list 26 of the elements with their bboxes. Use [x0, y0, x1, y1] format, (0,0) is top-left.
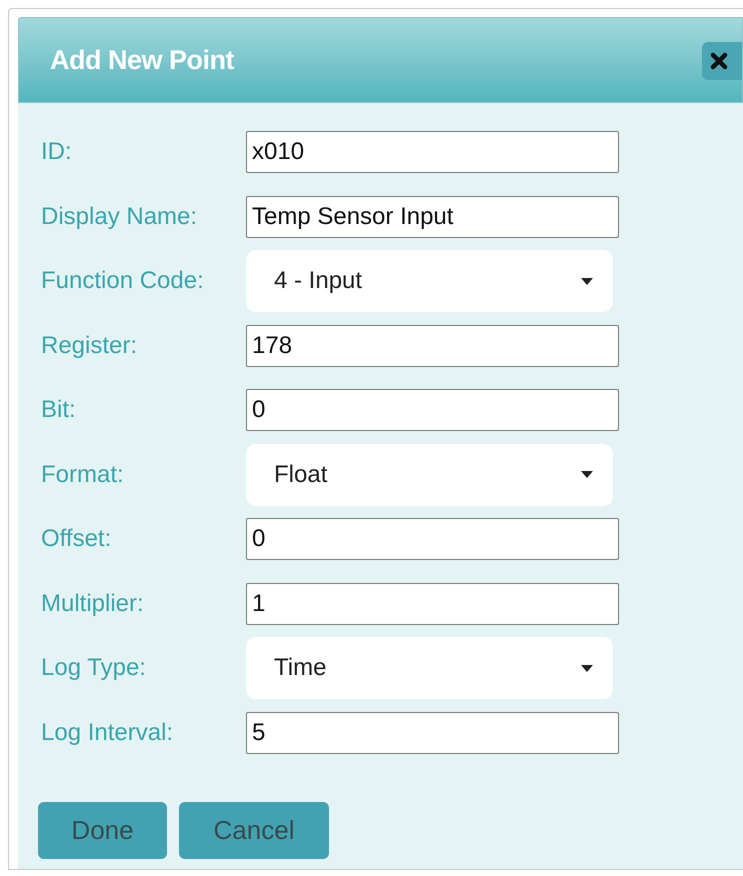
dropdown[interactable]: Time	[246, 637, 613, 700]
field-label: Format:	[41, 460, 125, 489]
close-icon	[710, 52, 728, 70]
input-field[interactable]: 0	[246, 389, 619, 432]
field-label: Function Code:	[41, 267, 205, 296]
caret-icon	[581, 278, 593, 285]
field-label: Display Name:	[41, 202, 198, 231]
field-label: Log Type:	[41, 654, 147, 682]
input-field[interactable]: x010	[246, 131, 619, 174]
input-field[interactable]: Temp Sensor Input	[246, 196, 619, 238]
dialog-title: Add New Point	[50, 44, 234, 76]
input-field[interactable]: 178	[246, 324, 619, 367]
field-label: Bit:	[41, 396, 77, 424]
close-button[interactable]	[702, 42, 742, 80]
caret-icon	[581, 471, 593, 478]
dropdown[interactable]: 4 - Input	[246, 250, 613, 312]
field-label: ID:	[41, 138, 73, 166]
field-label: Offset:	[41, 525, 112, 554]
input-field[interactable]: 5	[246, 712, 619, 754]
input-field[interactable]: 0	[246, 518, 619, 560]
caret-icon	[581, 664, 593, 672]
field-label: Multiplier:	[41, 590, 145, 618]
field-label: Log Interval:	[41, 718, 174, 747]
input-field[interactable]: 1	[246, 582, 619, 625]
dropdown[interactable]: Float	[246, 444, 613, 506]
field-label: Register:	[41, 332, 138, 360]
